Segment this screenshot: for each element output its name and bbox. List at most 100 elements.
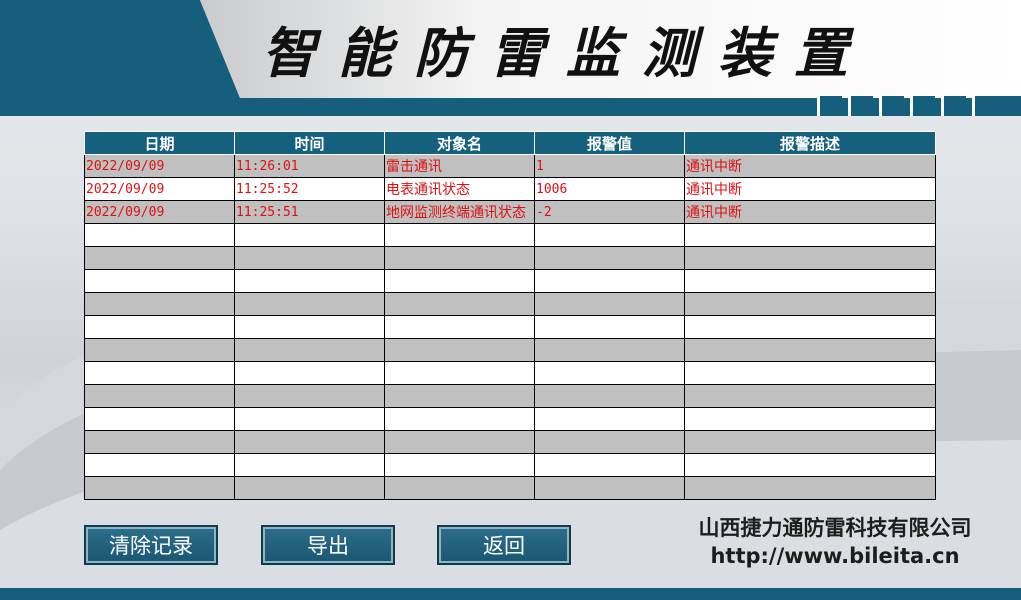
table-cell <box>384 246 535 270</box>
table-cell <box>534 338 685 362</box>
table-row[interactable] <box>84 246 936 270</box>
table-cell <box>84 246 235 270</box>
table-cell <box>84 430 235 454</box>
table-cell <box>84 315 235 339</box>
company-info: 山西捷力通防雷科技有限公司 http://www.bileita.cn <box>660 514 1010 570</box>
table-cell <box>684 430 936 454</box>
table-cell <box>684 338 936 362</box>
table-cell <box>684 246 936 270</box>
table-cell: 通讯中断 <box>684 200 936 224</box>
table-cell <box>234 361 385 385</box>
export-button[interactable]: 导出 <box>261 525 395 565</box>
table-cell <box>684 407 936 431</box>
table-cell: 电表通讯状态 <box>384 177 535 201</box>
table-cell <box>684 476 936 500</box>
table-cell <box>684 361 936 385</box>
table-cell <box>234 246 385 270</box>
table-cell: 1 <box>534 154 685 178</box>
table-cell <box>84 384 235 408</box>
table-cell <box>534 292 685 316</box>
app-title: 智能防雷监测装置 <box>262 21 870 85</box>
table-row[interactable] <box>84 223 936 247</box>
header-decor-squares <box>811 96 1021 116</box>
column-header-alarm-description[interactable]: 报警描述 <box>684 131 936 155</box>
table-cell <box>384 430 535 454</box>
table-row[interactable] <box>84 430 936 454</box>
column-header-time[interactable]: 时间 <box>234 131 385 155</box>
table-cell <box>684 384 936 408</box>
table-cell: 11:26:01 <box>234 154 385 178</box>
table-cell <box>534 453 685 477</box>
back-button[interactable]: 返回 <box>437 525 571 565</box>
clear-records-button[interactable]: 清除记录 <box>84 525 218 565</box>
table-cell <box>534 361 685 385</box>
table-cell: -2 <box>534 200 685 224</box>
company-name: 山西捷力通防雷科技有限公司 <box>698 516 972 540</box>
table-cell <box>234 338 385 362</box>
table-cell <box>84 361 235 385</box>
table-cell <box>384 269 535 293</box>
table-cell <box>84 292 235 316</box>
table-cell <box>684 223 936 247</box>
column-header-object[interactable]: 对象名 <box>384 131 535 155</box>
table-cell <box>534 315 685 339</box>
table-cell <box>84 269 235 293</box>
table-cell <box>534 384 685 408</box>
alarm-table: 日期 时间 对象名 报警值 报警描述 2022/09/09 11:26:01 雷击通… <box>84 131 936 500</box>
table-cell <box>234 223 385 247</box>
table-row[interactable]: 2022/09/09 11:25:52 电表通讯状态 1006 通讯中断 <box>84 177 936 201</box>
table-cell <box>534 223 685 247</box>
table-cell: 通讯中断 <box>684 177 936 201</box>
table-cell <box>384 407 535 431</box>
table-cell: 地网监测终端通讯状态 <box>384 200 535 224</box>
table-row[interactable] <box>84 453 936 477</box>
table-cell <box>234 269 385 293</box>
table-cell <box>684 315 936 339</box>
table-row[interactable] <box>84 361 936 385</box>
table-cell <box>534 476 685 500</box>
table-cell <box>84 453 235 477</box>
table-row[interactable] <box>84 407 936 431</box>
table-row[interactable]: 2022/09/09 11:25:51 地网监测终端通讯状态 -2 通讯中断 <box>84 200 936 224</box>
table-cell <box>384 223 535 247</box>
table-row[interactable] <box>84 384 936 408</box>
column-header-alarm-value[interactable]: 报警值 <box>534 131 685 155</box>
table-cell <box>384 292 535 316</box>
table-cell <box>84 476 235 500</box>
table-cell: 雷击通讯 <box>384 154 535 178</box>
table-cell <box>534 407 685 431</box>
table-cell <box>84 407 235 431</box>
table-cell <box>384 338 535 362</box>
company-url[interactable]: http://www.bileita.cn <box>660 542 1010 570</box>
table-cell: 2022/09/09 <box>84 200 235 224</box>
table-cell: 11:25:52 <box>234 177 385 201</box>
table-cell <box>234 430 385 454</box>
table-row[interactable] <box>84 292 936 316</box>
table-row[interactable] <box>84 315 936 339</box>
table-cell: 通讯中断 <box>684 154 936 178</box>
table-cell <box>234 453 385 477</box>
table-cell <box>84 338 235 362</box>
table-cell <box>384 361 535 385</box>
table-cell <box>234 476 385 500</box>
table-cell: 11:25:51 <box>234 200 385 224</box>
table-cell <box>234 292 385 316</box>
table-cell <box>384 384 535 408</box>
table-row[interactable] <box>84 476 936 500</box>
table-cell <box>684 269 936 293</box>
table-cell <box>234 407 385 431</box>
footer-bar <box>0 588 1021 600</box>
table-row[interactable]: 2022/09/09 11:26:01 雷击通讯 1 通讯中断 <box>84 154 936 178</box>
table-cell <box>534 246 685 270</box>
table-row[interactable] <box>84 338 936 362</box>
table-cell: 2022/09/09 <box>84 177 235 201</box>
header: 智能防雷监测装置 <box>0 0 1021 116</box>
table-cell <box>384 315 535 339</box>
table-cell <box>534 269 685 293</box>
table-cell <box>384 476 535 500</box>
table-cell <box>384 453 535 477</box>
table-cell <box>84 223 235 247</box>
table-row[interactable] <box>84 269 936 293</box>
column-header-date[interactable]: 日期 <box>84 131 235 155</box>
table-cell <box>234 315 385 339</box>
